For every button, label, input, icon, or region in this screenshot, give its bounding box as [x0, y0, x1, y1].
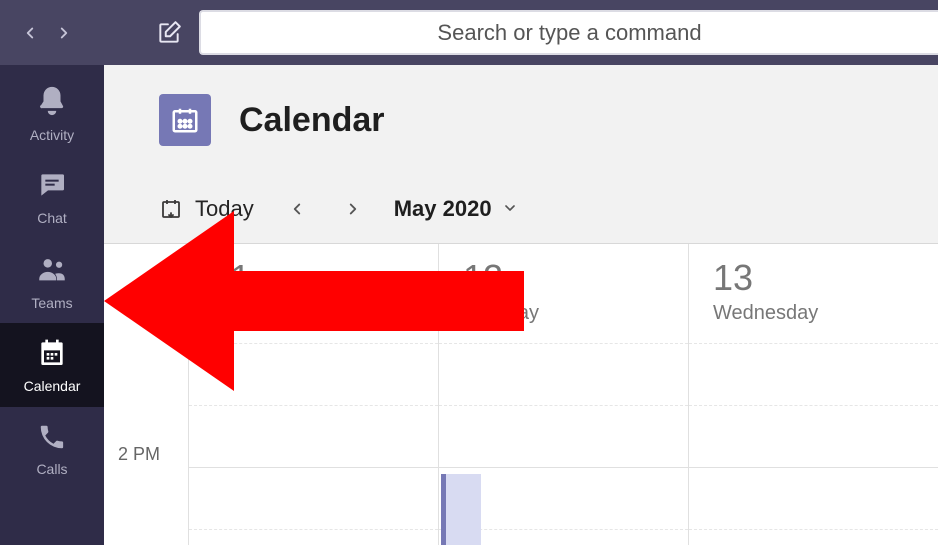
day-columns: 11 Monday 12 Tuesday	[189, 244, 938, 545]
teams-icon	[35, 252, 69, 291]
main-content: Calendar Today May 2020	[104, 65, 938, 545]
rail-calls[interactable]: Calls	[0, 407, 104, 491]
page-header: Calendar	[104, 65, 938, 175]
next-period-button[interactable]	[330, 189, 376, 229]
day-number: 12	[463, 260, 664, 296]
day-number: 11	[213, 260, 414, 296]
rail-label: Teams	[31, 295, 72, 311]
prev-period-button[interactable]	[274, 189, 320, 229]
day-slots[interactable]	[189, 344, 438, 545]
rail-label: Calendar	[24, 378, 81, 394]
calendar-icon	[36, 337, 68, 374]
phone-icon	[37, 422, 67, 457]
rail-label: Chat	[37, 210, 67, 226]
day-name: Monday	[213, 302, 414, 325]
rail-label: Calls	[36, 461, 67, 477]
rail-teams[interactable]: Teams	[0, 239, 104, 323]
title-bar: Search or type a command	[0, 0, 938, 65]
time-gutter: 2 PM	[104, 244, 189, 545]
day-slots[interactable]	[439, 344, 688, 545]
chat-icon	[36, 169, 68, 206]
month-label: May 2020	[394, 196, 492, 222]
page-title: Calendar	[239, 101, 385, 140]
calendar-toolbar: Today May 2020	[104, 175, 938, 243]
day-name: Wednesday	[713, 302, 914, 325]
hour-label: 2 PM	[118, 444, 160, 465]
day-col-tue[interactable]: 12 Tuesday	[439, 244, 689, 545]
back-button[interactable]	[18, 21, 42, 45]
search-input[interactable]: Search or type a command	[199, 10, 938, 55]
rail-chat[interactable]: Chat	[0, 155, 104, 239]
forward-button[interactable]	[52, 21, 76, 45]
calendar-tile-icon	[159, 94, 211, 146]
today-label: Today	[195, 196, 254, 222]
chevron-down-icon	[502, 196, 518, 222]
day-header: 12 Tuesday	[439, 244, 688, 344]
day-name: Tuesday	[463, 302, 664, 325]
month-picker[interactable]: May 2020	[394, 196, 518, 222]
calendar-grid[interactable]: 2 PM 11 Monday 12	[104, 243, 938, 545]
compose-button[interactable]	[154, 18, 184, 48]
day-number: 13	[713, 260, 914, 296]
calendar-event[interactable]	[441, 474, 481, 545]
search-placeholder: Search or type a command	[437, 20, 701, 46]
rail-activity[interactable]: Activity	[0, 71, 104, 155]
day-col-mon[interactable]: 11 Monday	[189, 244, 439, 545]
today-button[interactable]: Today	[159, 196, 254, 222]
today-icon	[159, 197, 183, 221]
bell-icon	[35, 84, 69, 123]
day-col-wed[interactable]: 13 Wednesday	[689, 244, 938, 545]
day-slots[interactable]	[689, 344, 938, 545]
app-rail: Activity Chat Teams Calendar Calls	[0, 65, 104, 545]
history-nav	[18, 21, 76, 45]
day-header: 13 Wednesday	[689, 244, 938, 344]
rail-label: Activity	[30, 127, 74, 143]
rail-calendar[interactable]: Calendar	[0, 323, 104, 407]
day-header: 11 Monday	[189, 244, 438, 344]
